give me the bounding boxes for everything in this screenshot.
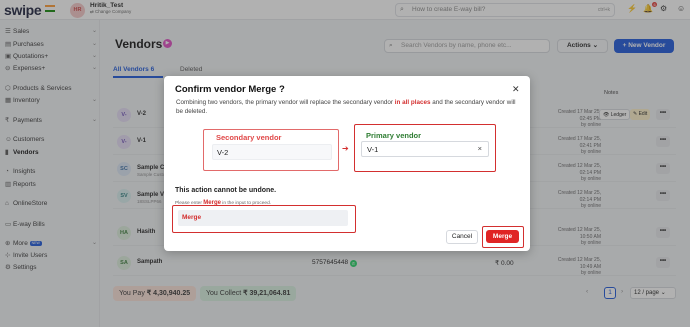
merge-confirm-input[interactable]: Merge (178, 210, 348, 226)
warning-text: This action cannot be undone. (175, 187, 277, 194)
merge-button[interactable]: Merge (486, 230, 519, 243)
primary-vendor-select[interactable]: V-1 × (361, 141, 489, 157)
dialog-description: Combining two vendors, the primary vendo… (176, 99, 516, 115)
primary-vendor-box: Primary vendor V-1 × (354, 124, 496, 172)
merge-confirm-value: Merge (182, 214, 202, 221)
merge-button-highlight: Merge (482, 226, 524, 248)
secondary-vendor-field: V-2 (212, 144, 332, 160)
dialog-title: Confirm vendor Merge ? (175, 84, 285, 95)
cancel-button[interactable]: Cancel (446, 230, 478, 244)
secondary-vendor-box: Secondary vendor V-2 (203, 129, 339, 171)
close-icon[interactable]: ✕ (512, 84, 520, 95)
primary-vendor-label: Primary vendor (366, 131, 422, 140)
arrow-right-icon: ➔ (342, 144, 349, 153)
secondary-vendor-label: Secondary vendor (216, 133, 282, 142)
secondary-vendor-value: V-2 (217, 148, 229, 157)
merge-confirm-box: Merge (172, 205, 356, 233)
primary-vendor-value: V-1 (367, 145, 379, 154)
clear-icon[interactable]: × (478, 144, 482, 153)
merge-vendor-dialog: Confirm vendor Merge ? ✕ Combining two v… (164, 76, 530, 251)
